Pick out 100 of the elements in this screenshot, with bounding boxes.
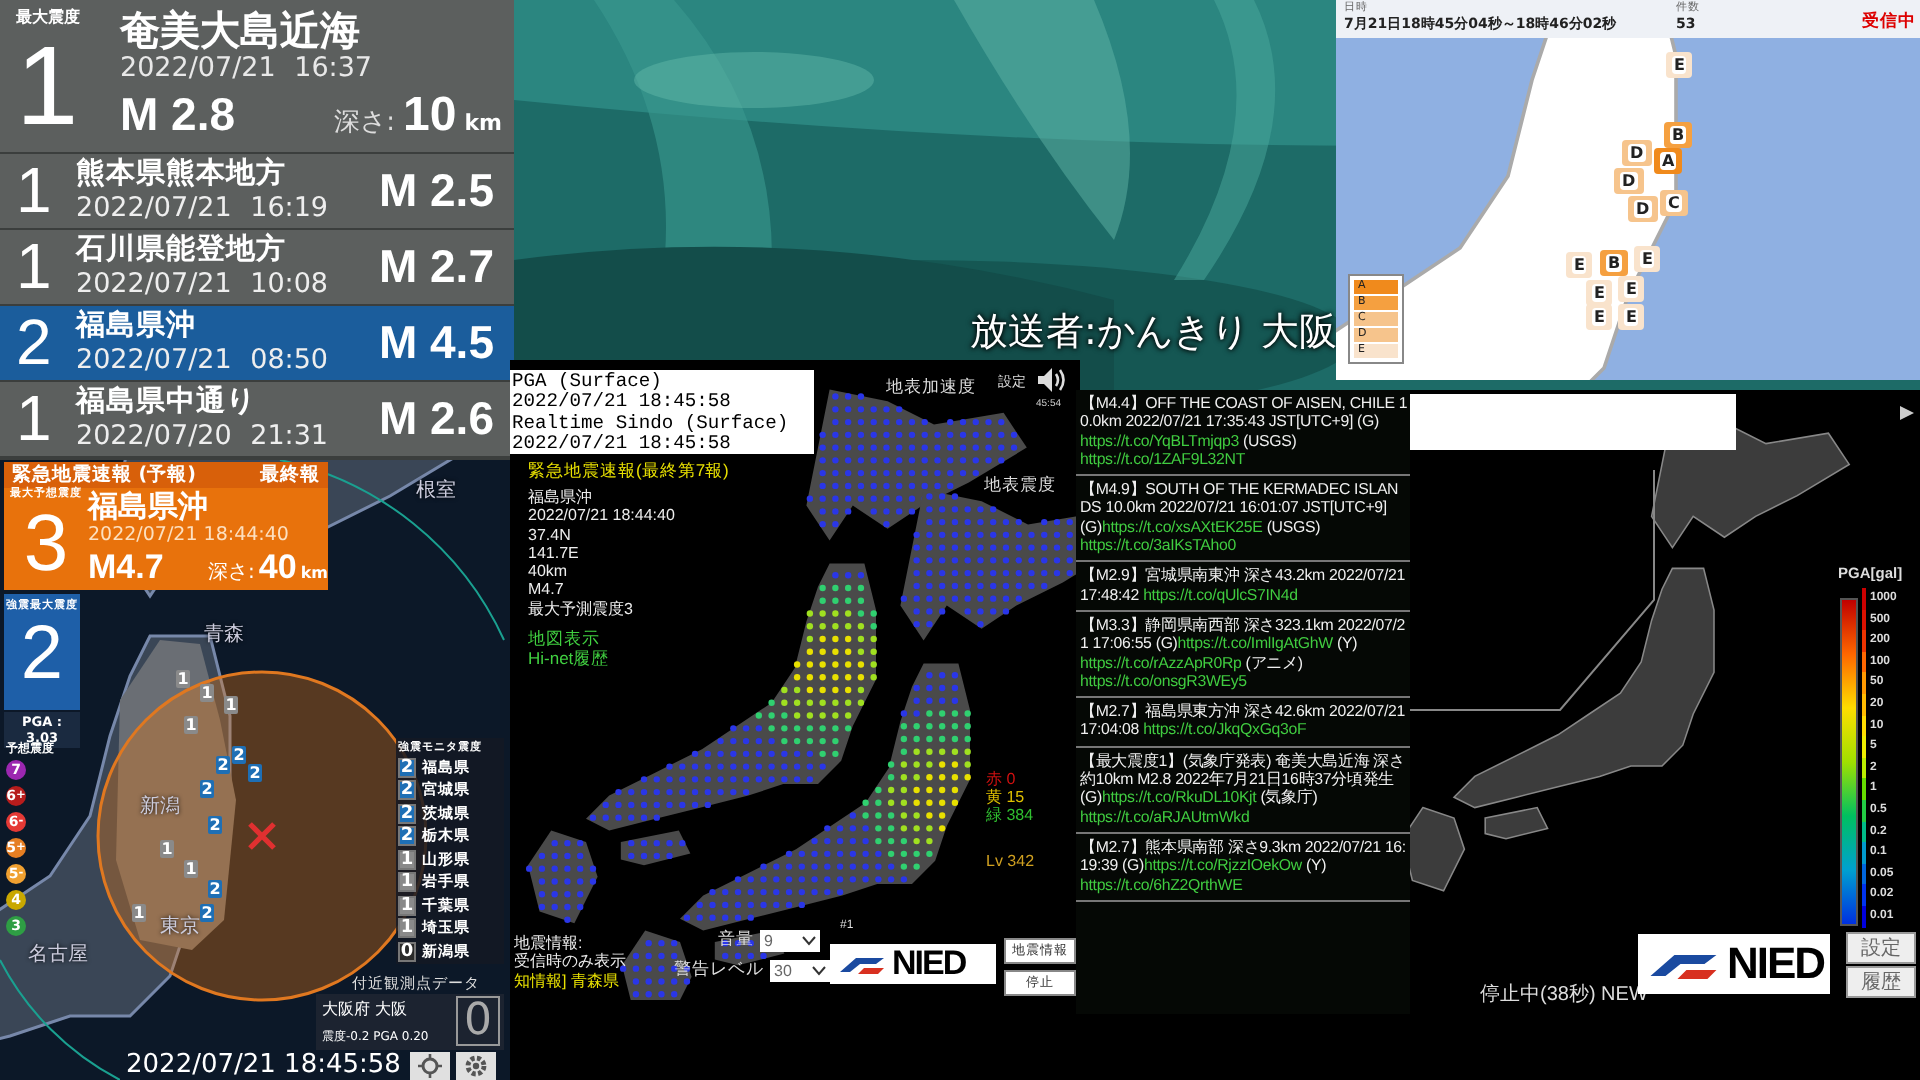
intensity-label: 最大震度 — [16, 8, 82, 28]
station-marker: 1 — [132, 904, 146, 922]
intensity-badge: 2 — [398, 826, 416, 846]
speaker-icon[interactable] — [1036, 366, 1070, 394]
info-note: 知情報] 青森県 — [514, 971, 621, 990]
region-grade: E — [1592, 284, 1607, 302]
station-marker: 2 — [208, 816, 222, 834]
quake-time: 2022/07/21 18:44:40 — [88, 524, 291, 548]
place-label: 東京 — [160, 913, 200, 940]
region-name: 石川県能登地方 — [76, 233, 288, 267]
station-marker: 2 — [232, 746, 246, 764]
station-marker: 1 — [184, 716, 198, 734]
warning-detail: 40km — [528, 562, 570, 581]
intensity-value: 2 — [20, 612, 64, 696]
level-value: Lv 342 — [986, 852, 1035, 870]
logo-text: NIED — [892, 944, 966, 984]
play-icon[interactable] — [1898, 404, 1916, 422]
map-link[interactable]: Hi-net履歴 — [528, 648, 610, 668]
region-name: 福島県中通り — [76, 385, 258, 419]
readout-title: PGA (Surface) — [512, 372, 664, 392]
region-grade: E — [1624, 280, 1639, 298]
map-title: 地表震度 — [984, 474, 1056, 498]
readout-time: 2022/07/21 18:45:58 — [512, 434, 733, 454]
readout-title: Realtime Sindo (Surface) — [512, 414, 791, 434]
volume-label: 音量 — [718, 928, 754, 952]
magnitude: M 2.6 — [378, 392, 494, 446]
intensity-value: 1 — [16, 230, 54, 304]
warning-title: 緊急地震速報 (予報) — [12, 462, 196, 486]
quake-time: 2022/07/21 10:08 — [76, 267, 331, 301]
station-marker: 1 — [224, 696, 238, 714]
region-name: 福島県沖 — [76, 309, 198, 343]
readout-time: 2022/07/21 18:45:58 — [512, 392, 733, 412]
depth-value: 10 — [403, 88, 457, 144]
intensity-value: 1 — [16, 382, 54, 456]
region-grade: B — [1606, 254, 1623, 272]
magnitude: M4.7 — [88, 548, 166, 588]
panel-button[interactable]: 設定 — [1846, 932, 1916, 964]
warning-detail: 141.7E — [528, 543, 581, 563]
region-grade: D — [1634, 200, 1652, 218]
intensity-badge: 1 — [398, 895, 416, 915]
intensity-badge: 1 — [398, 872, 416, 892]
region-grade: C — [1666, 194, 1682, 212]
broadcaster-caption: 放送者:かんきり 大阪 — [970, 308, 1337, 358]
warning-detail: 最大予測震度3 — [528, 599, 635, 619]
station-count: 赤 0 — [986, 770, 1018, 788]
settings-icon — [464, 1054, 488, 1078]
region-name: 福島県沖 — [88, 488, 210, 524]
intensity-badge: 1 — [398, 918, 416, 938]
quake-time: 2022/07/20 21:31 — [76, 419, 331, 453]
place-label: 名古屋 — [28, 941, 88, 968]
station-marker: 1 — [200, 684, 214, 702]
station-count: 緑 384 — [986, 806, 1034, 824]
region-grade: D — [1620, 172, 1638, 190]
warning-detail: 福島県沖 — [528, 488, 594, 507]
info-text: 地震情報: — [514, 934, 585, 952]
intensity-value: 2 — [16, 306, 54, 380]
station-marker: 2 — [248, 764, 262, 782]
intensity-badge: 2 — [398, 803, 416, 823]
magnitude: M 4.5 — [378, 316, 494, 370]
volume-dropdown[interactable]: 9 — [760, 929, 820, 951]
epicenter-cross-icon — [248, 822, 276, 850]
quake-time: 2022/07/21 16:19 — [76, 191, 331, 225]
depth-value: 40 — [258, 548, 297, 588]
map-link[interactable]: 地図表示 — [528, 628, 610, 648]
magnitude: M 2.7 — [378, 240, 494, 294]
logo-swoosh-icon — [836, 952, 888, 976]
depth-unit: km — [464, 108, 502, 140]
region-grade: E — [1572, 256, 1587, 274]
warning-level-label: 警告レベル — [674, 958, 764, 982]
intensity-badge: 2 — [398, 780, 416, 800]
logo-text: NIED — [1726, 938, 1824, 990]
place-label: 青森 — [204, 621, 244, 648]
warning-detail: 2022/07/21 18:44:40 — [528, 506, 675, 526]
station-marker: 1 — [184, 860, 198, 878]
warning-detail: M4.7 — [528, 580, 566, 600]
panel-button[interactable]: 履歴 — [1846, 966, 1916, 998]
intensity-value: 0 — [456, 996, 500, 1046]
quake-time: 2022/07/21 08:50 — [76, 343, 331, 377]
warning-title: 緊急地震速報(最終第7報) — [528, 460, 729, 484]
depth-label: 深さ: — [334, 106, 396, 142]
station-name: 大阪府 大阪 — [322, 998, 408, 1020]
region-grade: E — [1672, 56, 1687, 74]
warning-status: 最終報 — [260, 462, 320, 488]
locate-button[interactable] — [410, 1052, 450, 1080]
intensity-badge: 0 — [398, 941, 416, 961]
region-grade: E — [1640, 250, 1655, 268]
station-marker: 2 — [208, 880, 222, 898]
station-marker: 1 — [160, 840, 174, 858]
intensity-value: 3 — [23, 502, 69, 586]
warning-level-dropdown[interactable]: 30 — [770, 959, 830, 981]
chevron-icon — [802, 935, 816, 945]
region-name: 熊本県熊本地方 — [76, 157, 288, 191]
station-count: 黄 15 — [986, 788, 1027, 806]
magnitude: M 2.5 — [378, 164, 494, 218]
magnitude: M 2.8 — [120, 86, 238, 142]
station-marker: 2 — [200, 904, 214, 922]
place-label: 新潟 — [140, 793, 180, 820]
receiving-status: 受信中 — [1862, 10, 1916, 34]
station-marker: 2 — [216, 756, 230, 774]
settings-button[interactable] — [456, 1052, 496, 1080]
